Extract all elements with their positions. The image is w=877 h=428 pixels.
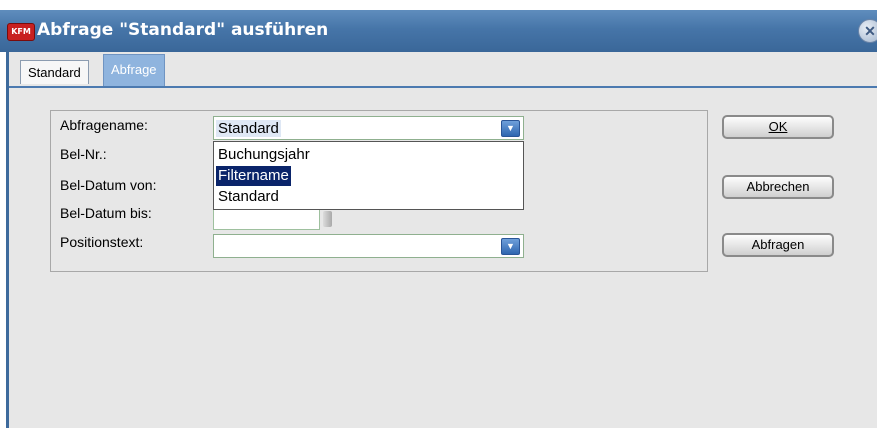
date-spinner-icon[interactable] — [323, 211, 332, 227]
kfm-logo-icon: KFM — [7, 23, 35, 41]
ok-button-label: OK — [768, 119, 788, 134]
abfragename-value: Standard — [216, 120, 281, 137]
tab-strip-line — [9, 86, 877, 88]
dropdown-option-standard[interactable]: Standard — [216, 187, 281, 207]
beldatum-bis-label: Bel-Datum bis: — [60, 205, 152, 221]
chevron-down-icon[interactable]: ▼ — [501, 238, 520, 255]
title-bar[interactable]: KFM Abfrage "Standard" ausführen ✕ — [0, 10, 877, 52]
belnr-label: Bel-Nr.: — [60, 146, 107, 162]
abfragename-combobox[interactable]: Standard ▼ — [213, 116, 524, 140]
beldatum-bis-field[interactable] — [213, 208, 320, 230]
abfragename-dropdown-list: Buchungsjahr Filtername Standard — [213, 141, 524, 210]
tab-abfrage[interactable]: Abfrage — [103, 54, 165, 86]
abfragename-label: Abfragename: — [60, 117, 148, 133]
close-icon[interactable]: ✕ — [858, 19, 877, 43]
positionstext-label: Positionstext: — [60, 234, 144, 250]
ok-button[interactable]: OK — [722, 115, 834, 139]
chevron-down-icon[interactable]: ▼ — [501, 120, 520, 137]
window-title: Abfrage "Standard" ausführen — [37, 20, 329, 40]
beldatum-von-label: Bel-Datum von: — [60, 177, 157, 193]
positionstext-combobox[interactable]: ▼ — [213, 234, 524, 258]
abbrechen-button[interactable]: Abbrechen — [722, 175, 834, 199]
abbrechen-button-label: Abbrechen — [746, 179, 810, 194]
abfragen-button[interactable]: Abfragen — [722, 233, 834, 257]
dropdown-option-buchungsjahr[interactable]: Buchungsjahr — [216, 145, 312, 165]
tab-standard[interactable]: Standard — [20, 60, 89, 84]
abfragen-button-label: Abfragen — [751, 237, 805, 252]
dropdown-option-filtername[interactable]: Filtername — [216, 166, 291, 186]
